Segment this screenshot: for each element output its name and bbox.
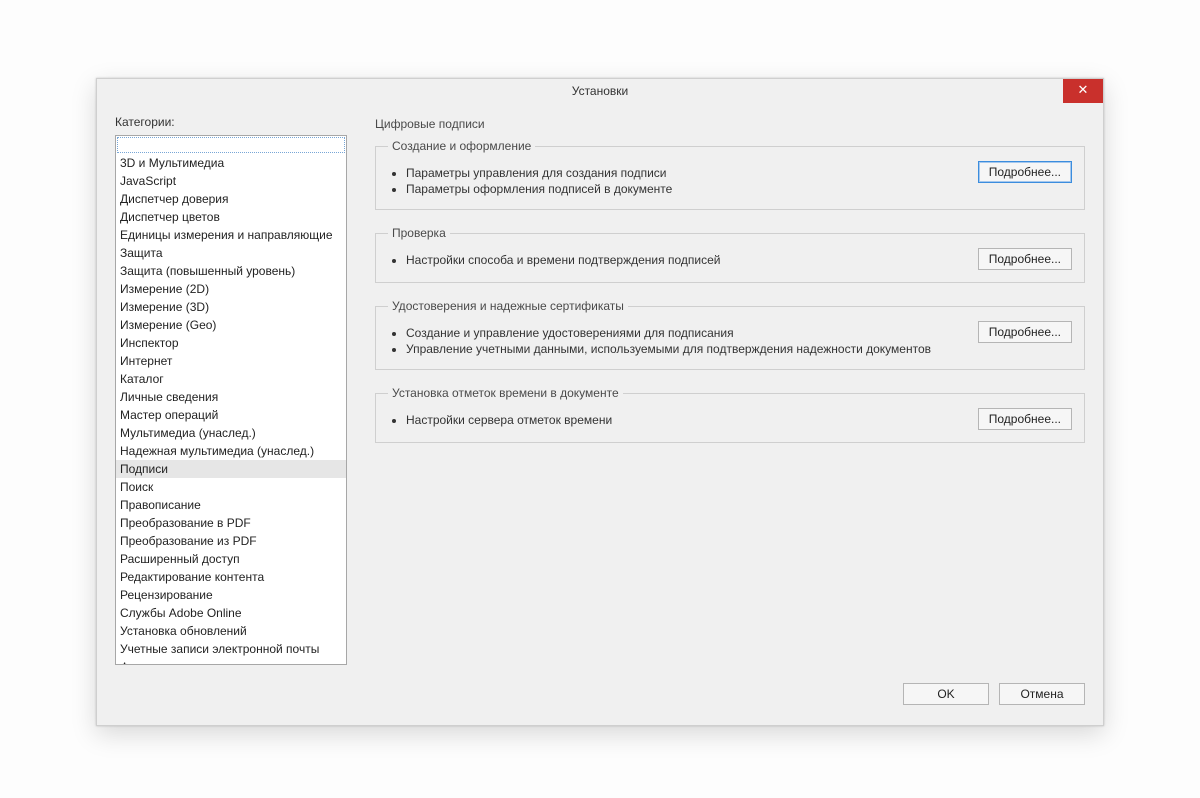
more-button[interactable]: Подробнее... [978,321,1072,343]
category-item[interactable]: Редактирование контента [116,568,346,586]
category-item[interactable]: Личные сведения [116,388,346,406]
group-bullet: Настройки способа и времени подтверждени… [406,252,720,268]
category-item[interactable]: Подписи [116,460,346,478]
group-bullet: Управление учетными данными, используемы… [406,341,931,357]
group-bullet-list: Параметры управления для создания подпис… [388,165,672,197]
category-item[interactable]: Инспектор [116,334,346,352]
category-item[interactable]: Установка обновлений [116,622,346,640]
more-button[interactable]: Подробнее... [978,408,1072,430]
category-item[interactable]: Диспетчер доверия [116,190,346,208]
group-bullet: Параметры оформления подписей в документ… [406,181,672,197]
group-bullet: Создание и управление удостоверениями дл… [406,325,931,341]
group-legend: Установка отметок времени в документе [388,386,623,400]
category-item[interactable]: Измерение (2D) [116,280,346,298]
category-item[interactable]: 3D и Мультимедиа [116,154,346,172]
ok-button[interactable]: OK [903,683,989,705]
group-bullet-list: Настройки сервера отметок времени [388,412,612,428]
category-item[interactable]: Измерение (Geo) [116,316,346,334]
category-item[interactable]: Учетные записи электронной почты [116,640,346,658]
category-item[interactable]: Надежная мультимедиа (унаслед.) [116,442,346,460]
close-icon: ✕ [1078,82,1089,97]
settings-group: Проверка Настройки способа и времени подт… [375,226,1085,283]
category-item[interactable] [117,137,345,153]
settings-group: Создание и оформление Параметры управлени… [375,139,1085,210]
category-item[interactable]: Единицы измерения и направляющие [116,226,346,244]
group-bullet-list: Создание и управление удостоверениями дл… [388,325,931,357]
category-item[interactable]: Рецензирование [116,586,346,604]
more-button[interactable]: Подробнее... [978,161,1072,183]
window-title: Установки [572,84,628,98]
category-item[interactable]: Мультимедиа (унаслед.) [116,424,346,442]
category-item[interactable]: Защита (повышенный уровень) [116,262,346,280]
category-item[interactable]: Правописание [116,496,346,514]
group-bullet: Параметры управления для создания подпис… [406,165,672,181]
cancel-button[interactable]: Отмена [999,683,1085,705]
group-bullet-list: Настройки способа и времени подтверждени… [388,252,720,268]
category-item[interactable]: JavaScript [116,172,346,190]
titlebar: Установки ✕ [97,79,1103,103]
settings-group: Удостоверения и надежные сертификаты Созд… [375,299,1085,370]
category-item[interactable]: Преобразование в PDF [116,514,346,532]
category-item[interactable]: Поиск [116,478,346,496]
category-item[interactable]: Расширенный доступ [116,550,346,568]
close-button[interactable]: ✕ [1063,79,1103,103]
category-item[interactable]: Мастер операций [116,406,346,424]
category-item[interactable]: Службы Adobe Online [116,604,346,622]
category-item[interactable]: Диспетчер цветов [116,208,346,226]
more-button[interactable]: Подробнее... [978,248,1072,270]
category-item[interactable]: Измерение (3D) [116,298,346,316]
group-legend: Проверка [388,226,450,240]
category-item[interactable]: Защита [116,244,346,262]
categories-label: Категории: [115,115,347,129]
group-legend: Создание и оформление [388,139,535,153]
category-item[interactable]: Формы [116,658,346,665]
group-bullet: Настройки сервера отметок времени [406,412,612,428]
panel-heading: Цифровые подписи [375,117,1085,131]
group-legend: Удостоверения и надежные сертификаты [388,299,628,313]
category-item[interactable]: Интернет [116,352,346,370]
category-item[interactable]: Преобразование из PDF [116,532,346,550]
category-item[interactable]: Каталог [116,370,346,388]
preferences-dialog: Установки ✕ Категории: 3D и МультимедиаJ… [96,78,1104,726]
settings-group: Установка отметок времени в документе Нас… [375,386,1085,443]
categories-listbox[interactable]: 3D и МультимедиаJavaScriptДиспетчер дове… [115,135,347,665]
